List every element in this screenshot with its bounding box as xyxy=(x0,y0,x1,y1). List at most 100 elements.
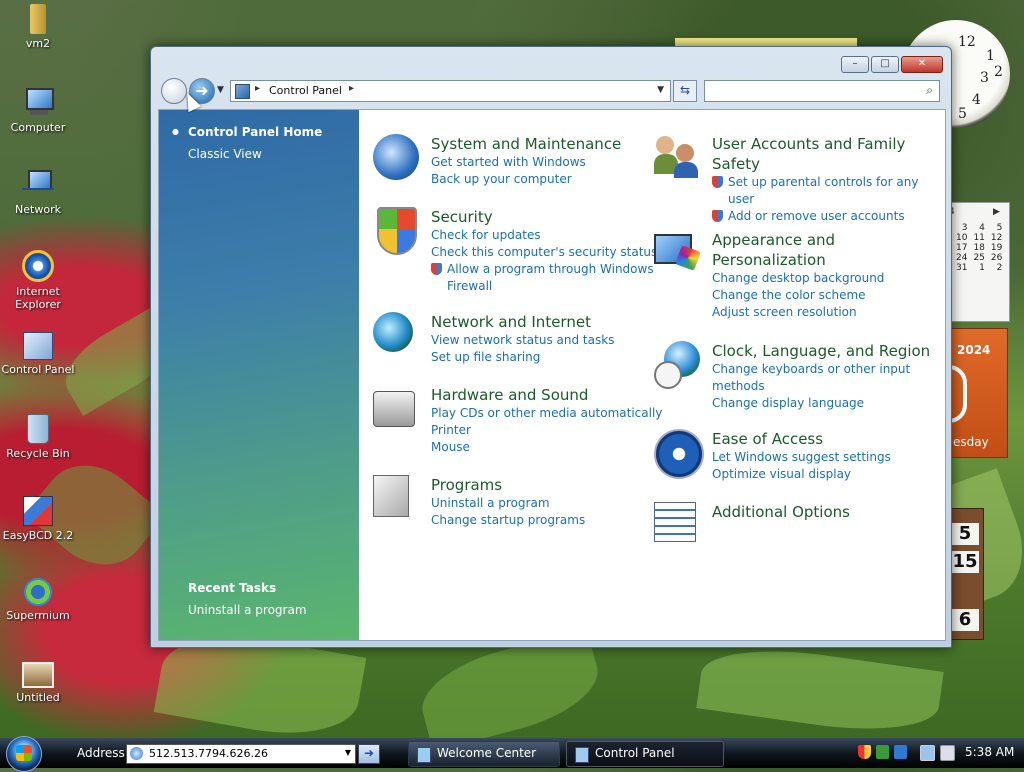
user-accounts-icon xyxy=(654,134,700,180)
go-button[interactable]: ➜ xyxy=(358,744,380,764)
calendar-day[interactable]: 17 xyxy=(953,243,970,253)
calendar-day[interactable]: 3 xyxy=(953,223,970,233)
control-panel-window[interactable]: – □ ✕ ➜ ▼ ▸ Control Panel ▸ ▼ ⇆ ⌕ ● Cont… xyxy=(150,46,952,648)
category-admin-link[interactable]: Set up parental controls for any user xyxy=(712,174,932,208)
counter-gadget[interactable]: 5 15 6 xyxy=(948,508,984,640)
supermium-icon xyxy=(24,578,52,606)
category-title[interactable]: Network and Internet xyxy=(431,312,701,332)
refresh-button[interactable]: ⇆ xyxy=(673,80,697,102)
calendar-day[interactable]: 11 xyxy=(970,233,987,243)
category-link[interactable]: Change desktop background xyxy=(712,270,932,287)
taskbar-button-welcome-center[interactable]: Welcome Center xyxy=(408,741,560,767)
category-title[interactable]: Ease of Access xyxy=(712,429,932,449)
category-title[interactable]: Clock, Language, and Region xyxy=(712,341,932,361)
desktop-icon-network[interactable]: Network xyxy=(0,168,76,216)
category-title[interactable]: Programs xyxy=(431,475,701,495)
image-file-icon xyxy=(22,662,54,688)
volume-muted-icon[interactable] xyxy=(940,745,955,761)
clock-number: 5 xyxy=(958,106,967,122)
sidebar-item-classic-view[interactable]: Classic View xyxy=(188,147,262,161)
calendar-day[interactable]: 1 xyxy=(970,263,987,273)
calendar-day[interactable]: 10 xyxy=(953,233,970,243)
next-month-arrow-icon[interactable]: ▶ xyxy=(993,207,1000,217)
address-dropdown-icon[interactable]: ▼ xyxy=(657,85,664,95)
desktop-icon-label: Untitled xyxy=(16,691,60,704)
recent-pages-dropdown-icon[interactable]: ▼ xyxy=(217,85,224,95)
system-tray: 5:38 AM xyxy=(856,743,1024,763)
category-link[interactable]: Optimize visual display xyxy=(712,466,932,483)
internet-explorer-icon xyxy=(130,747,143,760)
network-icon xyxy=(22,168,54,200)
desktop-icon-untitled[interactable]: Untitled xyxy=(0,662,76,704)
desktop-icon-computer[interactable]: Computer xyxy=(0,86,76,134)
program-tray-icon[interactable] xyxy=(894,745,907,759)
security-shield-icon xyxy=(377,207,417,255)
close-button[interactable]: ✕ xyxy=(901,56,943,73)
clock-time[interactable]: 5:38 AM xyxy=(965,745,1014,759)
desktop-icon-vm2[interactable]: vm2 xyxy=(0,4,76,50)
window-controls: – □ ✕ xyxy=(841,56,943,73)
maximize-button[interactable]: □ xyxy=(871,56,899,73)
category-title[interactable]: Additional Options xyxy=(712,502,932,522)
breadcrumb-control-panel[interactable]: Control Panel xyxy=(269,84,342,97)
desktop-icon-internet-explorer[interactable]: Internet Explorer xyxy=(0,250,76,311)
taskbar-button-control-panel[interactable]: Control Panel xyxy=(566,741,724,767)
category-link[interactable]: Change display language xyxy=(712,395,932,412)
category-link[interactable]: Change the color scheme xyxy=(712,287,932,304)
calendar-day[interactable]: 5 xyxy=(988,223,1005,233)
windows-logo-icon xyxy=(16,745,32,761)
minimize-button[interactable]: – xyxy=(841,56,869,73)
recycle-bin-icon xyxy=(27,414,49,444)
category-title[interactable]: User Accounts and Family Safety xyxy=(712,134,932,174)
counter-digit: 5 xyxy=(951,523,979,545)
desktop-icon-label: Control Panel xyxy=(1,363,75,376)
calendar-day[interactable]: 25 xyxy=(970,253,987,263)
desktop-icon-control-panel[interactable]: Control Panel xyxy=(0,332,76,376)
sync-icon[interactable] xyxy=(876,745,889,759)
calendar-weekday-fragment: esday xyxy=(953,435,989,449)
sidebar-item-uninstall-program[interactable]: Uninstall a program xyxy=(188,603,307,617)
sidebar-item-control-panel-home[interactable]: Control Panel Home xyxy=(188,125,322,139)
network-status-icon[interactable] xyxy=(920,745,935,761)
calendar-gadget[interactable]: 4 ▶ 3451011121718192425263112 xyxy=(948,202,1010,322)
category-admin-link[interactable]: Allow a program through Windows Firewall xyxy=(431,261,657,295)
taskbar-address-input[interactable]: 512.513.7794.626.26 ▼ xyxy=(126,744,356,764)
calendar-day-gadget[interactable]: 2024 esday xyxy=(948,328,1008,458)
clock-number: 3 xyxy=(980,70,989,86)
category-link[interactable]: Change keyboards or other input methods xyxy=(712,361,932,395)
calendar-day[interactable]: 18 xyxy=(970,243,987,253)
additional-options-icon xyxy=(654,502,696,542)
calendar-day[interactable]: 24 xyxy=(953,253,970,263)
security-alert-icon[interactable] xyxy=(858,745,871,759)
ease-of-access-icon xyxy=(654,429,704,479)
address-bar[interactable]: ▸ Control Panel ▸ ▼ xyxy=(230,80,671,102)
calendar-day[interactable]: 26 xyxy=(988,253,1005,263)
easybcd-icon xyxy=(23,496,53,526)
chevron-right-icon[interactable]: ▸ xyxy=(349,83,354,94)
address-toolbar-label: Address xyxy=(77,746,125,760)
calendar-day[interactable]: 19 xyxy=(988,243,1005,253)
desktop-icon-label: Computer xyxy=(10,121,66,134)
desktop-icon-easybcd[interactable]: EasyBCD 2.2 xyxy=(0,496,76,542)
category-title[interactable]: Security xyxy=(431,207,701,227)
category-link[interactable]: Let Windows suggest settings xyxy=(712,449,932,466)
calendar-day[interactable]: 12 xyxy=(988,233,1005,243)
desktop-icon-supermium[interactable]: Supermium xyxy=(0,578,76,622)
category-user-accounts: User Accounts and Family Safety Set up p… xyxy=(654,134,932,225)
search-input[interactable]: ⌕ xyxy=(704,80,940,102)
search-icon[interactable]: ⌕ xyxy=(926,83,933,98)
calendar-day[interactable]: 31 xyxy=(953,263,970,273)
desktop-icon-label: Internet Explorer xyxy=(15,285,61,311)
calendar-day[interactable]: 2 xyxy=(988,263,1005,273)
category-admin-link[interactable]: Add or remove user accounts xyxy=(712,208,932,225)
category-link[interactable]: Play CDs or other media automatically xyxy=(431,405,701,422)
calendar-day[interactable]: 4 xyxy=(970,223,987,233)
category-link[interactable]: Adjust screen resolution xyxy=(712,304,932,321)
category-title[interactable]: Hardware and Sound xyxy=(431,385,701,405)
network-internet-icon xyxy=(373,312,413,352)
desktop-icon-recycle-bin[interactable]: Recycle Bin xyxy=(0,414,76,460)
chevron-right-icon[interactable]: ▸ xyxy=(255,83,260,94)
category-title[interactable]: Appearance and Personalization xyxy=(712,230,932,270)
chevron-down-icon[interactable]: ▼ xyxy=(345,748,351,757)
start-button[interactable] xyxy=(6,736,42,772)
